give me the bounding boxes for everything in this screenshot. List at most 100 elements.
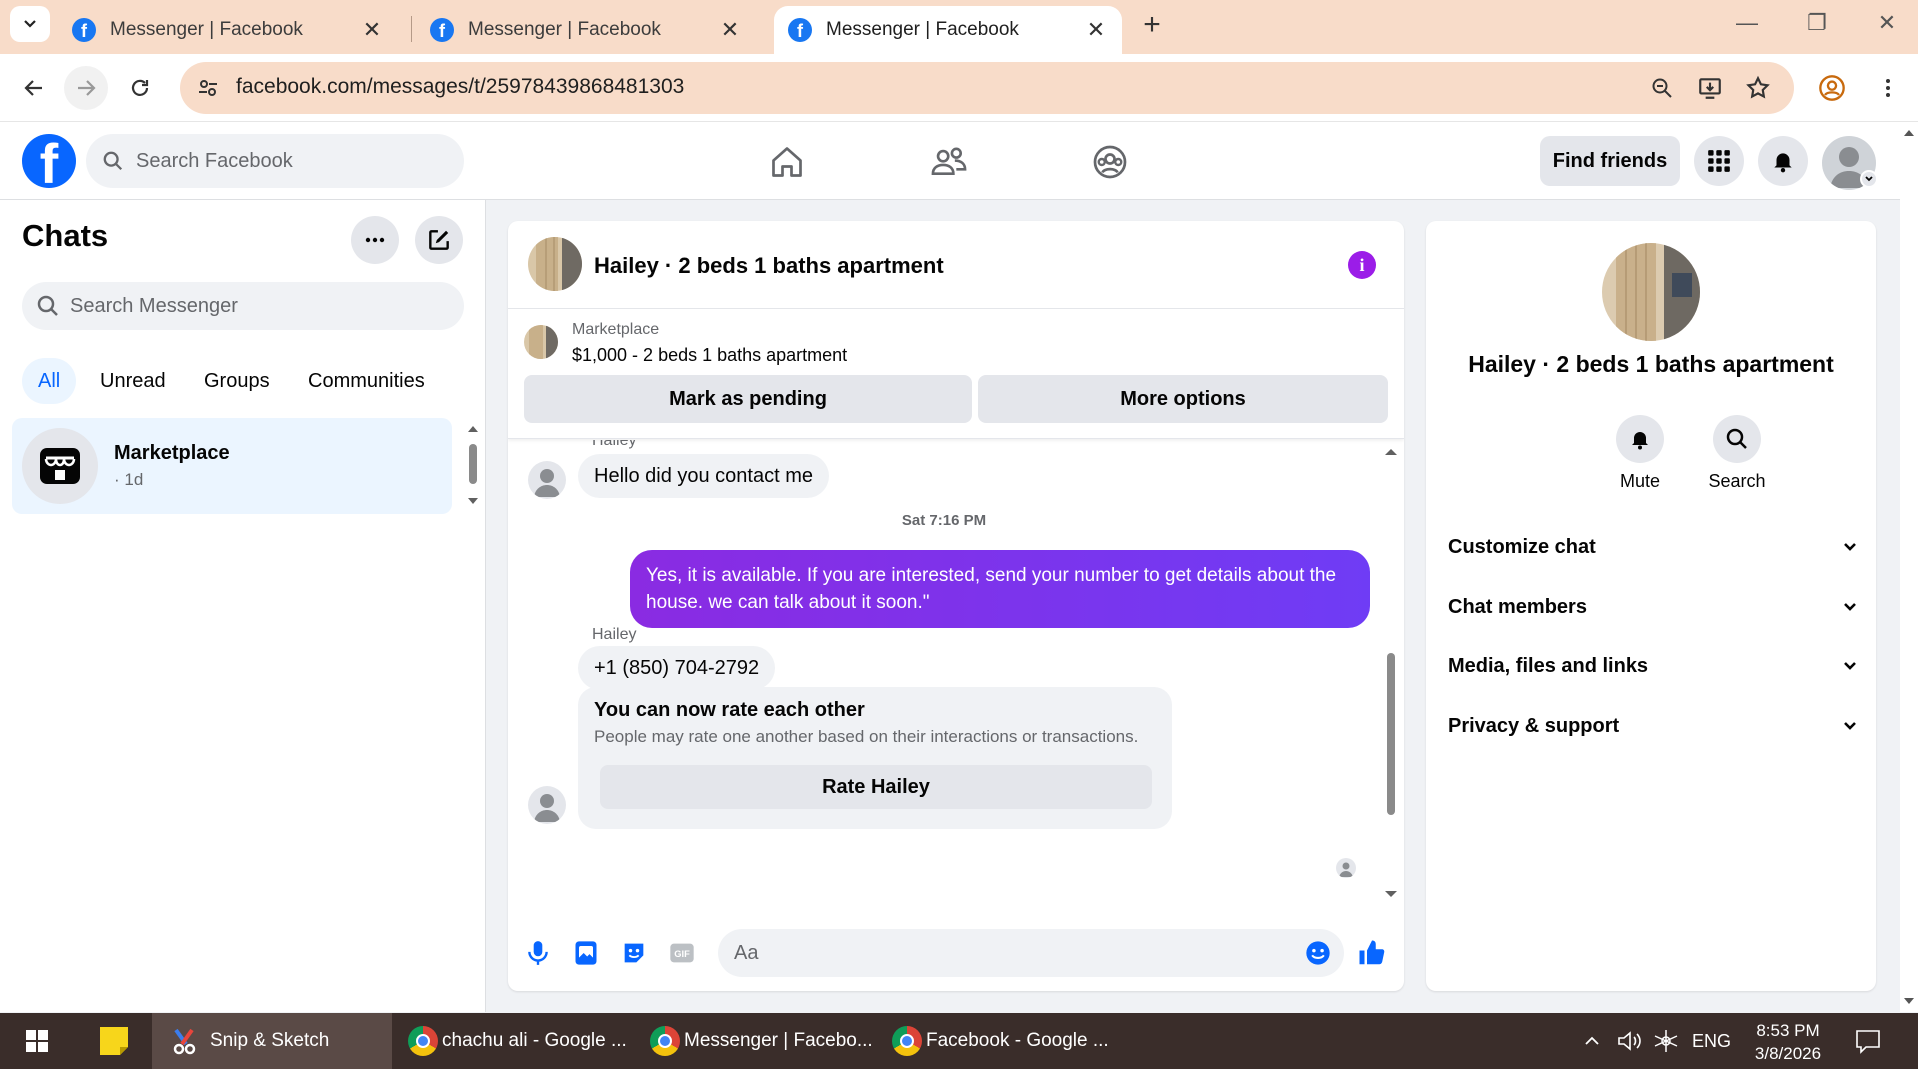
profile-button[interactable] bbox=[1810, 66, 1854, 110]
input-language-indicator[interactable]: ENG bbox=[1692, 1013, 1731, 1069]
search-placeholder: Search Facebook bbox=[136, 149, 293, 172]
microphone-icon[interactable] bbox=[522, 937, 554, 969]
search-label: Search bbox=[1708, 471, 1766, 491]
tab-title: Messenger | Facebook bbox=[468, 19, 661, 40]
home-nav-button[interactable] bbox=[763, 138, 811, 186]
zoom-icon[interactable] bbox=[1648, 74, 1676, 102]
search-placeholder: Search Messenger bbox=[70, 294, 238, 317]
chats-options-button[interactable] bbox=[351, 216, 399, 264]
network-button[interactable] bbox=[1652, 1013, 1680, 1069]
incoming-message[interactable]: +1 (850) 704-2792 bbox=[578, 646, 776, 690]
menu-grid-button[interactable] bbox=[1694, 136, 1744, 186]
taskbar-chrome-window-2[interactable]: Messenger | Facebo... bbox=[650, 1013, 880, 1069]
taskbar-snip-sketch[interactable]: Snip & Sketch bbox=[152, 1013, 392, 1069]
taskbar-item-label: Messenger | Facebo... bbox=[684, 1030, 873, 1051]
grid-icon bbox=[1708, 150, 1730, 172]
messenger-search-input[interactable]: Search Messenger bbox=[22, 282, 464, 330]
conversation-title[interactable]: Hailey · 2 beds 1 baths apartment bbox=[594, 253, 944, 279]
browser-toolbar: facebook.com/messages/t/2597843986848130… bbox=[0, 54, 1918, 122]
account-menu-chevron-icon[interactable] bbox=[1860, 170, 1878, 188]
facebook-top-bar: f Search Facebook Find friends bbox=[0, 122, 1900, 200]
chat-members-section[interactable]: Chat members bbox=[1448, 587, 1858, 627]
mark-as-pending-button[interactable]: Mark as pending bbox=[524, 375, 972, 423]
tab-search-button[interactable] bbox=[10, 6, 50, 42]
groups-nav-button[interactable] bbox=[1086, 138, 1134, 186]
gif-icon[interactable]: GIF bbox=[666, 937, 698, 969]
chrome-icon bbox=[408, 1026, 438, 1056]
mute-button[interactable]: Mute bbox=[1600, 415, 1680, 492]
timestamp-separator: Sat 7:16 PM bbox=[901, 512, 987, 529]
chevron-down-icon bbox=[24, 20, 36, 28]
browser-tab-2[interactable]: f Messenger | Facebook ✕ bbox=[416, 6, 756, 54]
contact-avatar[interactable] bbox=[528, 237, 582, 291]
taskbar-chrome-window-1[interactable]: chachu ali - Google ... bbox=[408, 1013, 638, 1069]
message-input[interactable]: Aa bbox=[718, 929, 1344, 977]
volume-button[interactable] bbox=[1616, 1013, 1644, 1069]
taskbar-item-label: chachu ali - Google ... bbox=[442, 1030, 627, 1051]
search-in-conversation-button[interactable]: Search bbox=[1697, 415, 1777, 492]
show-hidden-icons-button[interactable] bbox=[1582, 1013, 1602, 1069]
close-window-button[interactable]: ✕ bbox=[1862, 8, 1912, 38]
close-tab-icon[interactable]: ✕ bbox=[360, 17, 384, 43]
arrow-right-icon bbox=[78, 80, 96, 96]
forward-button[interactable] bbox=[64, 66, 108, 110]
browser-tab-3-active[interactable]: f Messenger | Facebook ✕ bbox=[774, 6, 1122, 54]
listing-title[interactable]: $1,000 - 2 beds 1 baths apartment bbox=[572, 345, 847, 366]
section-label: Chat members bbox=[1448, 595, 1587, 618]
filter-tab-communities[interactable]: Communities bbox=[292, 358, 441, 404]
outgoing-message[interactable]: Yes, it is available. If you are interes… bbox=[630, 550, 1370, 628]
customize-chat-section[interactable]: Customize chat bbox=[1448, 527, 1858, 567]
tab-divider bbox=[411, 16, 412, 42]
bookmark-star-icon[interactable] bbox=[1744, 74, 1772, 102]
message-list-scrollbar[interactable] bbox=[1382, 443, 1400, 903]
filter-tab-all[interactable]: All bbox=[22, 358, 77, 404]
new-tab-button[interactable]: + bbox=[1135, 8, 1169, 42]
more-options-button[interactable]: More options bbox=[978, 375, 1388, 423]
new-message-button[interactable] bbox=[415, 216, 463, 264]
marketplace-avatar bbox=[22, 428, 98, 504]
friends-nav-button[interactable] bbox=[925, 138, 973, 186]
install-app-icon[interactable] bbox=[1696, 74, 1724, 102]
filter-tab-groups[interactable]: Groups bbox=[188, 358, 286, 404]
snip-sketch-icon bbox=[173, 1028, 196, 1055]
contact-profile-photo[interactable] bbox=[1602, 243, 1700, 341]
taskbar-chrome-window-3[interactable]: Facebook - Google ... bbox=[892, 1013, 1122, 1069]
photo-icon[interactable] bbox=[570, 937, 602, 969]
filter-tab-unread[interactable]: Unread bbox=[84, 358, 182, 404]
facebook-logo[interactable]: f bbox=[22, 134, 76, 188]
reload-button[interactable] bbox=[118, 66, 162, 110]
facebook-search-input[interactable]: Search Facebook bbox=[86, 134, 464, 188]
listing-thumbnail[interactable] bbox=[524, 325, 558, 359]
sticky-notes-app[interactable] bbox=[92, 1013, 136, 1069]
minimize-button[interactable]: — bbox=[1722, 8, 1772, 38]
back-button[interactable] bbox=[12, 66, 56, 110]
restore-button[interactable]: ❐ bbox=[1792, 8, 1842, 38]
rating-prompt-card: You can now rate each other People may r… bbox=[578, 687, 1172, 829]
info-icon[interactable]: i bbox=[1348, 251, 1376, 279]
address-bar[interactable]: facebook.com/messages/t/2597843986848130… bbox=[180, 62, 1794, 114]
incoming-message[interactable]: Hello did you contact me bbox=[578, 454, 830, 498]
taskbar-clock[interactable]: 8:53 PM 3/8/2026 bbox=[1740, 1019, 1836, 1065]
close-tab-icon[interactable]: ✕ bbox=[1084, 17, 1108, 43]
browser-menu-button[interactable] bbox=[1866, 66, 1910, 110]
url-text: facebook.com/messages/t/2597843986848130… bbox=[236, 75, 685, 98]
chat-list-scrollbar[interactable] bbox=[466, 422, 480, 512]
facebook-favicon-icon: f bbox=[72, 18, 96, 42]
sticker-icon[interactable] bbox=[618, 937, 650, 969]
close-tab-icon[interactable]: ✕ bbox=[718, 17, 742, 43]
notifications-button[interactable] bbox=[1758, 136, 1808, 186]
page-scrollbar[interactable] bbox=[1900, 122, 1918, 1012]
browser-tab-1[interactable]: f Messenger | Facebook ✕ bbox=[58, 6, 398, 54]
more-horizontal-icon bbox=[365, 237, 385, 243]
privacy-support-section[interactable]: Privacy & support bbox=[1448, 706, 1858, 746]
rate-user-button[interactable]: Rate Hailey bbox=[600, 765, 1152, 809]
contact-name: Hailey · 2 beds 1 baths apartment bbox=[1468, 351, 1834, 377]
find-friends-button[interactable]: Find friends bbox=[1540, 136, 1680, 186]
emoji-icon[interactable] bbox=[1302, 937, 1334, 969]
thumbs-up-icon[interactable] bbox=[1356, 937, 1388, 969]
start-button[interactable] bbox=[14, 1013, 60, 1069]
action-center-button[interactable] bbox=[1854, 1013, 1882, 1069]
site-settings-icon[interactable] bbox=[194, 74, 222, 102]
media-files-links-section[interactable]: Media, files and links bbox=[1448, 646, 1858, 686]
chat-list-item[interactable]: Marketplace · 1d bbox=[12, 418, 452, 514]
